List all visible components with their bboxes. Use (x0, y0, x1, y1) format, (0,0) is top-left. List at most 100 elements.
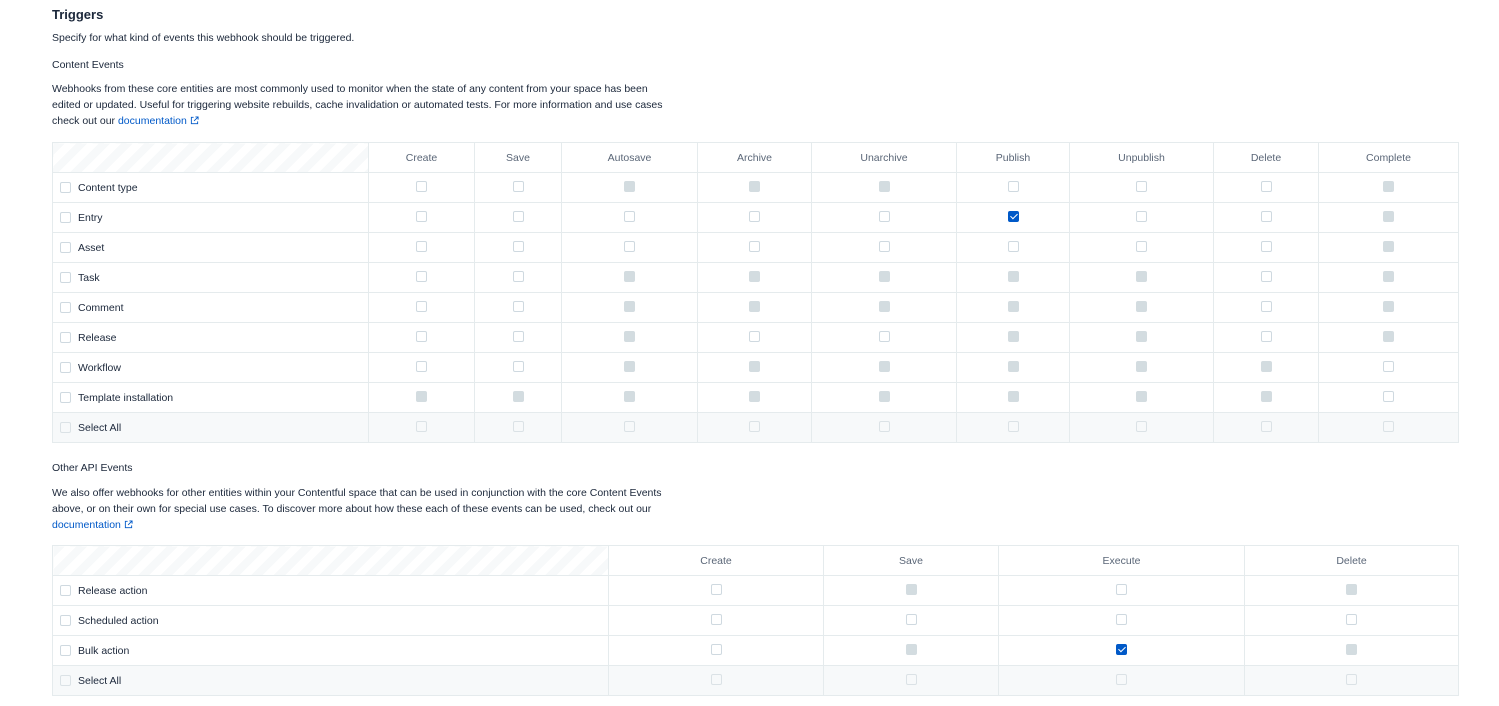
checkbox-release-create[interactable] (416, 330, 427, 342)
checkbox-release-archive[interactable] (749, 330, 760, 342)
checkbox-comment-delete[interactable] (1260, 300, 1272, 312)
row-checkbox-comment[interactable] (60, 301, 71, 313)
checkbox-bulk-action-create[interactable] (710, 643, 722, 655)
row-label-content-type[interactable]: Content type (52, 172, 369, 203)
row-label-scheduled-action[interactable]: Scheduled action (52, 605, 609, 636)
row-label-bulk-action[interactable]: Bulk action (52, 635, 609, 666)
row-label-entry[interactable]: Entry (52, 202, 369, 233)
checkbox-scheduled-action-create[interactable] (710, 613, 722, 625)
cell-template-installation-publish (956, 382, 1070, 413)
checkbox-content-type-create[interactable] (416, 180, 427, 192)
checkbox-select-all-create[interactable] (416, 420, 427, 432)
row-checkbox-content-type[interactable] (60, 181, 71, 193)
row-checkbox-bulk-action[interactable] (60, 644, 71, 656)
row-label-select-all[interactable]: Select All (52, 665, 609, 696)
cell-task-archive (697, 262, 812, 293)
checkbox-entry-delete[interactable] (1260, 210, 1272, 222)
header-corner (52, 142, 369, 173)
row-checkbox-scheduled-action[interactable] (60, 614, 71, 626)
checkbox-select-all-create[interactable] (710, 673, 722, 685)
checkbox-asset-delete[interactable] (1260, 240, 1272, 252)
checkbox-entry-archive[interactable] (749, 210, 760, 222)
row-label-text: Template installation (78, 391, 174, 404)
checkbox-asset-publish[interactable] (1007, 240, 1019, 252)
checkbox-template-installation-complete[interactable] (1383, 390, 1394, 402)
checkbox-workflow-save[interactable] (512, 360, 524, 372)
checkbox-bulk-action-execute[interactable] (1116, 643, 1127, 655)
checkbox-select-all-delete[interactable] (1260, 420, 1272, 432)
row-label-text: Bulk action (78, 644, 130, 657)
checkbox-select-all-execute[interactable] (1116, 673, 1127, 685)
column-header-create: Create (368, 142, 475, 173)
checkbox-select-all-autosave[interactable] (624, 420, 635, 432)
checkbox-task-save[interactable] (512, 270, 524, 282)
checkbox-select-all-delete[interactable] (1346, 673, 1357, 685)
row-checkbox-release-action[interactable] (60, 584, 71, 596)
row-checkbox-task[interactable] (60, 271, 71, 283)
checkbox-select-all-archive[interactable] (749, 420, 760, 432)
checkbox-release-action-save (905, 583, 917, 595)
checkbox-release-action-create[interactable] (710, 583, 722, 595)
row-checkbox-release[interactable] (60, 331, 71, 343)
checkbox-content-type-unpublish[interactable] (1136, 180, 1147, 192)
checkbox-entry-unpublish[interactable] (1136, 210, 1147, 222)
row-label-release[interactable]: Release (52, 322, 369, 353)
checkbox-asset-unarchive[interactable] (878, 240, 890, 252)
checkbox-asset-save[interactable] (512, 240, 524, 252)
checkbox-release-publish (1007, 330, 1019, 342)
checkbox-scheduled-action-save[interactable] (905, 613, 917, 625)
row-label-release-action[interactable]: Release action (52, 575, 609, 606)
checkbox-release-unarchive[interactable] (878, 330, 890, 342)
checkbox-asset-archive[interactable] (749, 240, 760, 252)
checkbox-scheduled-action-execute[interactable] (1116, 613, 1127, 625)
row-checkbox-template-installation[interactable] (60, 391, 71, 403)
checkbox-task-delete[interactable] (1260, 270, 1272, 282)
content-events-documentation-link[interactable]: documentation (118, 115, 199, 127)
checkbox-select-all-save[interactable] (905, 673, 917, 685)
checkbox-release-action-execute[interactable] (1116, 583, 1127, 595)
checkbox-comment-unarchive (878, 300, 890, 312)
row-checkbox-asset[interactable] (60, 241, 71, 253)
checkbox-comment-save[interactable] (512, 300, 524, 312)
checkbox-asset-unpublish[interactable] (1136, 240, 1147, 252)
other-events-documentation-link[interactable]: documentation (52, 519, 133, 531)
checkbox-select-all-save[interactable] (512, 420, 524, 432)
cell-template-installation-autosave (561, 382, 698, 413)
checkbox-bulk-action-save (905, 643, 917, 655)
checkbox-entry-save[interactable] (512, 210, 524, 222)
row-label-workflow[interactable]: Workflow (52, 352, 369, 383)
checkbox-release-save[interactable] (512, 330, 524, 342)
checkbox-content-type-publish[interactable] (1007, 180, 1019, 192)
cell-release-save (474, 322, 562, 353)
checkbox-content-type-save[interactable] (512, 180, 524, 192)
row-label-task[interactable]: Task (52, 262, 369, 293)
checkbox-asset-create[interactable] (416, 240, 427, 252)
cell-template-installation-complete (1318, 382, 1459, 413)
checkbox-entry-create[interactable] (416, 210, 427, 222)
row-checkbox-workflow[interactable] (60, 361, 71, 373)
checkbox-entry-publish[interactable] (1007, 210, 1019, 222)
checkbox-asset-autosave[interactable] (624, 240, 635, 252)
checkbox-select-all-publish[interactable] (1007, 420, 1019, 432)
checkbox-task-create[interactable] (416, 270, 427, 282)
cell-select-all-unarchive (811, 412, 957, 443)
checkbox-workflow-complete[interactable] (1383, 360, 1394, 372)
checkbox-release-delete[interactable] (1260, 330, 1272, 342)
row-label-select-all[interactable]: Select All (52, 412, 369, 443)
row-checkbox-entry[interactable] (60, 211, 71, 223)
checkbox-select-all-unarchive[interactable] (878, 420, 890, 432)
row-label-asset[interactable]: Asset (52, 232, 369, 263)
row-label-template-installation[interactable]: Template installation (52, 382, 369, 413)
cell-select-all-create (368, 412, 475, 443)
row-checkbox-select-all[interactable] (60, 674, 71, 686)
checkbox-content-type-delete[interactable] (1260, 180, 1272, 192)
checkbox-entry-unarchive[interactable] (878, 210, 890, 222)
checkbox-workflow-create[interactable] (416, 360, 427, 372)
checkbox-entry-autosave[interactable] (624, 210, 635, 222)
checkbox-scheduled-action-delete[interactable] (1346, 613, 1357, 625)
row-checkbox-select-all[interactable] (60, 421, 71, 433)
checkbox-comment-create[interactable] (416, 300, 427, 312)
row-label-comment[interactable]: Comment (52, 292, 369, 323)
checkbox-select-all-unpublish[interactable] (1136, 420, 1147, 432)
checkbox-select-all-complete[interactable] (1383, 420, 1394, 432)
